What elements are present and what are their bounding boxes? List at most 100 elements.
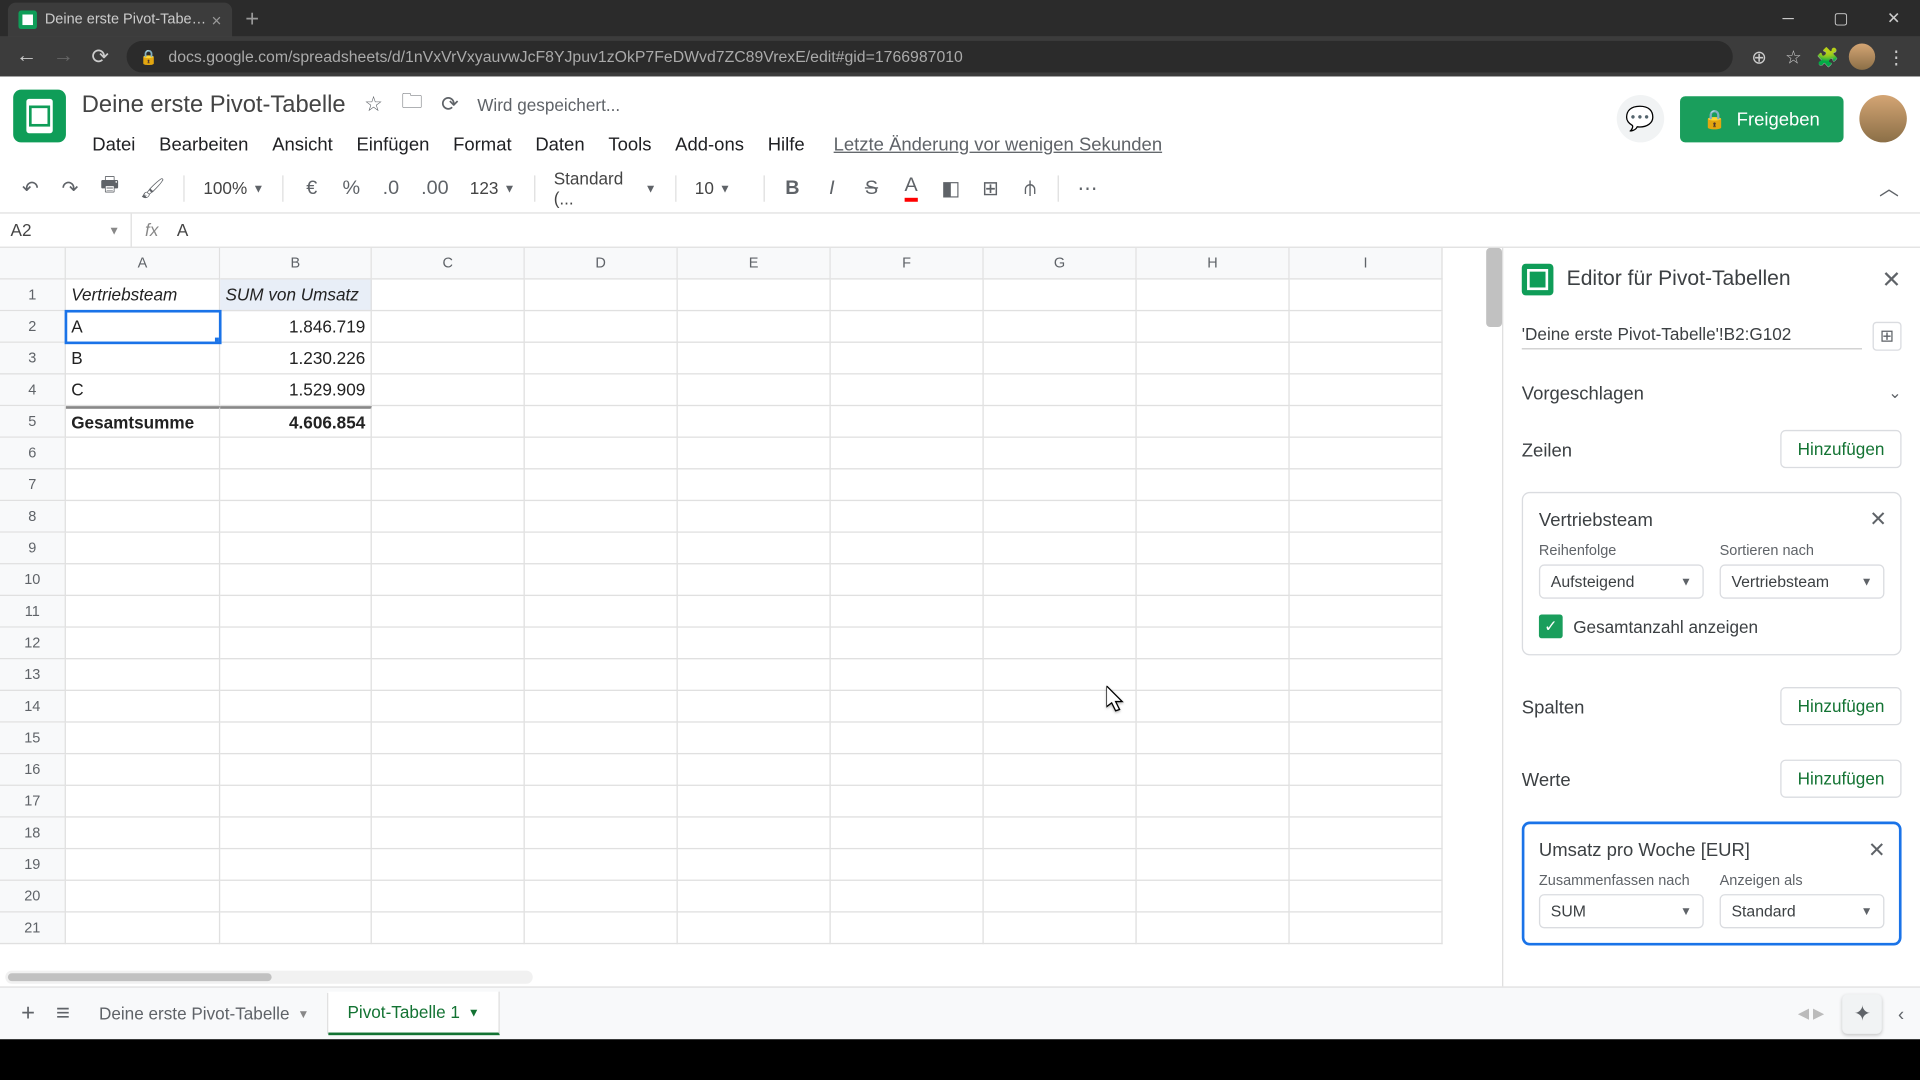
- menu-data[interactable]: Daten: [525, 128, 595, 160]
- cell[interactable]: [984, 406, 1137, 438]
- cell[interactable]: [372, 786, 525, 818]
- cell[interactable]: [220, 723, 372, 755]
- cell[interactable]: [525, 375, 678, 407]
- row-header[interactable]: 4: [0, 375, 66, 407]
- cell[interactable]: [1137, 723, 1290, 755]
- cell[interactable]: [525, 659, 678, 691]
- cell[interactable]: [678, 691, 831, 723]
- cell[interactable]: [525, 406, 678, 438]
- cell[interactable]: [1137, 343, 1290, 375]
- cell[interactable]: [984, 533, 1137, 565]
- cell[interactable]: [220, 818, 372, 850]
- cell[interactable]: [831, 849, 984, 881]
- redo-button[interactable]: ↷: [53, 171, 87, 205]
- cell[interactable]: A: [66, 311, 220, 343]
- cell[interactable]: [525, 438, 678, 470]
- spreadsheet-grid[interactable]: ABCDEFGHI1VertriebsteamSUM von Umsatz2A1…: [0, 248, 1503, 986]
- cell[interactable]: [525, 533, 678, 565]
- cell[interactable]: [984, 343, 1137, 375]
- column-header[interactable]: E: [678, 248, 831, 280]
- cell[interactable]: [1290, 754, 1443, 786]
- row-header[interactable]: 10: [0, 564, 66, 596]
- cell[interactable]: [220, 438, 372, 470]
- add-column-button[interactable]: Hinzufügen: [1781, 687, 1902, 725]
- cell[interactable]: SUM von Umsatz: [220, 280, 372, 312]
- row-header[interactable]: 8: [0, 501, 66, 533]
- cell[interactable]: [1290, 723, 1443, 755]
- star-icon[interactable]: ☆: [364, 91, 383, 117]
- cell[interactable]: [984, 564, 1137, 596]
- cell[interactable]: [1290, 375, 1443, 407]
- document-title[interactable]: Deine erste Pivot-Tabelle: [82, 90, 346, 118]
- cell[interactable]: [984, 849, 1137, 881]
- cell[interactable]: [66, 596, 220, 628]
- add-sheet-button[interactable]: +: [11, 992, 46, 1036]
- undo-button[interactable]: ↶: [13, 171, 47, 205]
- new-tab-button[interactable]: +: [245, 5, 259, 33]
- print-button[interactable]: 🖶: [92, 171, 127, 205]
- cell[interactable]: [220, 913, 372, 945]
- row-header[interactable]: 9: [0, 533, 66, 565]
- cell[interactable]: [831, 628, 984, 660]
- cell[interactable]: [66, 881, 220, 913]
- cell[interactable]: [372, 501, 525, 533]
- row-header[interactable]: 3: [0, 343, 66, 375]
- cell[interactable]: [220, 533, 372, 565]
- side-panel-toggle[interactable]: ‹: [1893, 998, 1910, 1030]
- forward-button[interactable]: →: [45, 38, 82, 75]
- select-all-corner[interactable]: [0, 248, 66, 280]
- cell[interactable]: [831, 280, 984, 312]
- cell[interactable]: [372, 628, 525, 660]
- cell[interactable]: [372, 343, 525, 375]
- sort-by-select[interactable]: Vertriebsteam▼: [1720, 564, 1885, 598]
- cell[interactable]: [831, 311, 984, 343]
- cell[interactable]: [831, 723, 984, 755]
- row-header[interactable]: 14: [0, 691, 66, 723]
- borders-button[interactable]: ⊞: [973, 171, 1007, 205]
- cell[interactable]: [1290, 533, 1443, 565]
- cell[interactable]: [372, 691, 525, 723]
- cell[interactable]: [220, 628, 372, 660]
- cell[interactable]: [831, 375, 984, 407]
- cell[interactable]: 1.846.719: [220, 311, 372, 343]
- add-row-button[interactable]: Hinzufügen: [1781, 430, 1902, 468]
- cell[interactable]: [66, 628, 220, 660]
- cell[interactable]: [372, 280, 525, 312]
- cell[interactable]: [1290, 659, 1443, 691]
- cell[interactable]: 1.230.226: [220, 343, 372, 375]
- more-toolbar-button[interactable]: ⋯: [1070, 171, 1106, 205]
- cell[interactable]: [984, 501, 1137, 533]
- row-header[interactable]: 18: [0, 818, 66, 850]
- column-header[interactable]: H: [1137, 248, 1290, 280]
- chevron-down-icon[interactable]: ▼: [468, 1006, 480, 1019]
- cell[interactable]: [678, 849, 831, 881]
- cell[interactable]: [678, 786, 831, 818]
- order-select[interactable]: Aufsteigend▼: [1539, 564, 1704, 598]
- column-header[interactable]: D: [525, 248, 678, 280]
- cell[interactable]: [525, 596, 678, 628]
- cell[interactable]: [1137, 564, 1290, 596]
- cell[interactable]: [525, 469, 678, 501]
- cell[interactable]: [372, 659, 525, 691]
- row-header[interactable]: 12: [0, 628, 66, 660]
- column-header[interactable]: B: [220, 248, 372, 280]
- cell[interactable]: [831, 818, 984, 850]
- cell[interactable]: [220, 501, 372, 533]
- font-size-select[interactable]: 10▼: [687, 175, 753, 200]
- cell[interactable]: [372, 469, 525, 501]
- url-field[interactable]: 🔒 docs.google.com/spreadsheets/d/1nVxVrV…: [127, 41, 1733, 73]
- cell[interactable]: [220, 849, 372, 881]
- italic-button[interactable]: I: [815, 171, 849, 205]
- cell[interactable]: [831, 343, 984, 375]
- cell[interactable]: [984, 311, 1137, 343]
- cell[interactable]: [1137, 280, 1290, 312]
- cell[interactable]: [1290, 691, 1443, 723]
- row-header[interactable]: 15: [0, 723, 66, 755]
- cell[interactable]: [220, 659, 372, 691]
- cell[interactable]: [1137, 659, 1290, 691]
- cell[interactable]: [1290, 849, 1443, 881]
- sheet-tab-2[interactable]: Pivot-Tabelle 1 ▼: [329, 992, 499, 1036]
- fill-color-button[interactable]: ◧: [933, 171, 968, 205]
- cell[interactable]: [372, 406, 525, 438]
- cell[interactable]: [831, 596, 984, 628]
